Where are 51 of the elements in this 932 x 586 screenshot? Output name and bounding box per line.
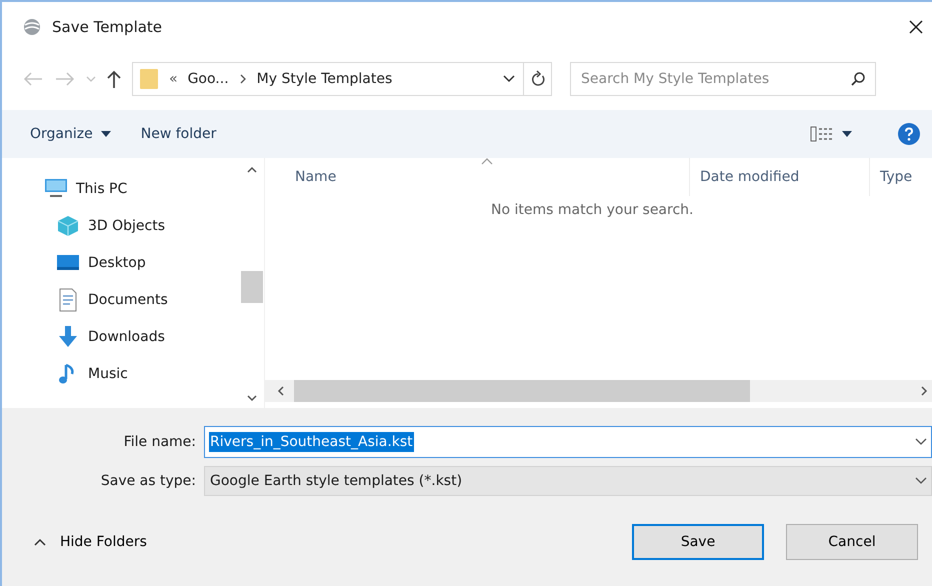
cancel-button[interactable]: Cancel [786,524,918,560]
chevron-down-icon[interactable] [915,477,927,485]
breadcrumb-overflow[interactable]: « [169,71,178,87]
sidebar-item[interactable]: 3D Objects [2,207,240,244]
scroll-left-icon[interactable] [277,386,284,396]
column-header[interactable]: Type [870,158,932,196]
cube-icon [56,214,80,238]
scroll-down-icon[interactable] [247,395,257,402]
refresh-button[interactable] [524,62,552,96]
list-view-icon [810,125,834,143]
globe-icon [22,17,42,37]
scroll-right-icon[interactable] [921,386,928,396]
column-header[interactable]: Name [265,158,690,196]
caret-down-icon [842,131,852,137]
download-arrow-icon [56,324,80,348]
save-button[interactable]: Save [632,524,764,560]
new-folder-button[interactable]: New folder [134,122,222,146]
up-arrow-icon[interactable] [106,69,122,89]
sidebar-item[interactable]: Desktop [2,244,240,281]
window-title: Save Template [52,18,162,36]
folder-icon [139,67,159,91]
search-icon [850,71,866,87]
scroll-thumb[interactable] [241,271,263,303]
chevron-right-icon [238,74,247,84]
field-label: File name: [122,434,196,450]
file-name-field[interactable]: Rivers_in_Southeast_Asia.kst [204,426,932,458]
horizontal-scrollbar[interactable] [265,380,932,402]
chevron-up-icon [34,538,46,546]
caret-down-icon [100,131,111,137]
close-icon[interactable] [908,19,924,35]
chevron-down-icon[interactable] [915,438,927,446]
breadcrumb[interactable]: My Style Templates [256,71,392,87]
scroll-thumb[interactable] [294,380,750,402]
sidebar-item[interactable]: Documents [2,281,240,318]
chevron-down-icon[interactable] [503,75,515,83]
organize-menu-button[interactable]: Organize [24,122,117,146]
file-type-dropdown[interactable]: Google Earth style templates (*.kst) [204,466,932,496]
address-bar[interactable]: « Goo... My Style Templates [132,62,524,96]
help-icon[interactable] [898,123,920,145]
sidebar-item[interactable]: Music [2,355,240,392]
empty-message: No items match your search. [490,201,694,218]
sidebar-item[interactable]: Downloads [2,318,240,355]
sort-ascending-icon [481,158,493,165]
sidebar-item[interactable]: This PC [2,170,240,207]
refresh-icon [530,70,546,88]
hide-folders-button[interactable]: Hide Folders [28,533,153,551]
search-field[interactable]: Search My Style Templates [570,62,876,96]
scroll-up-icon[interactable] [247,166,257,173]
column-header[interactable]: Date modified [690,158,870,196]
breadcrumb[interactable]: Goo... [188,71,229,87]
field-label: Save as type: [100,473,196,489]
